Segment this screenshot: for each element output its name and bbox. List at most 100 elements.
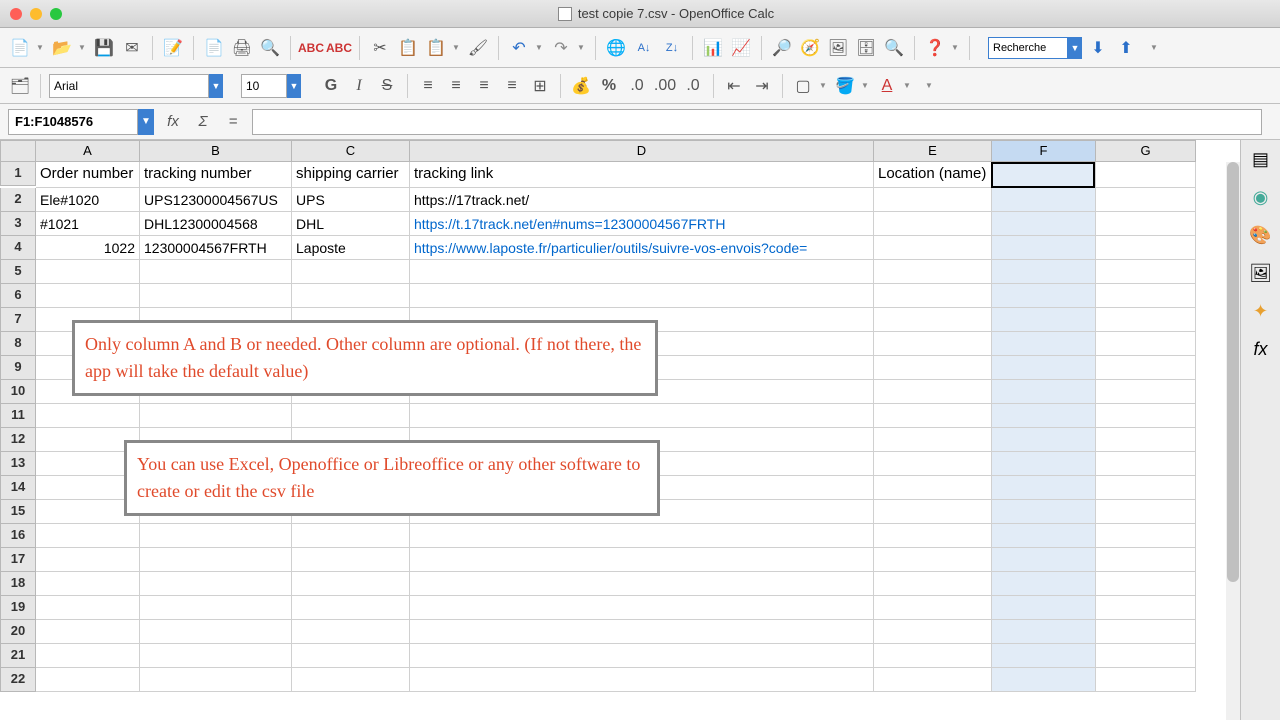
cell-A20[interactable] [36,620,140,644]
column-header-G[interactable]: G [1096,140,1196,162]
vertical-scrollbar[interactable] [1226,162,1240,720]
borders-button[interactable]: ▢ [791,74,815,98]
cell-E14[interactable] [874,476,992,500]
cell-G20[interactable] [1096,620,1196,644]
equals-button[interactable]: = [222,111,244,133]
gallery-button[interactable]: 🖼 [826,36,850,60]
cell-C16[interactable] [292,524,410,548]
cell-reference-input[interactable] [8,109,138,135]
cell-E18[interactable] [874,572,992,596]
save-button[interactable]: 💾 [92,36,116,60]
cell-D6[interactable] [410,284,874,308]
edit-button[interactable]: 📝 [161,36,185,60]
column-header-A[interactable]: A [36,140,140,162]
row-header-8[interactable]: 8 [0,332,36,356]
cell-E21[interactable] [874,644,992,668]
currency-button[interactable]: 💰 [569,74,593,98]
styles-icon[interactable]: 🎨 [1248,222,1274,248]
search-input[interactable] [988,37,1068,59]
copy-button[interactable]: 📋 [396,36,420,60]
sort-desc-button[interactable]: Z↓ [660,36,684,60]
column-header-B[interactable]: B [140,140,292,162]
row-header-21[interactable]: 21 [0,644,36,668]
datasources-button[interactable]: 🗄 [854,36,878,60]
cell-A22[interactable] [36,668,140,692]
close-window-button[interactable] [10,8,22,20]
cell-B22[interactable] [140,668,292,692]
cell-G9[interactable] [1096,356,1196,380]
cell-F14[interactable] [992,476,1096,500]
cell-F17[interactable] [992,548,1096,572]
row-header-4[interactable]: 4 [0,236,36,260]
sort-asc-button[interactable]: A↓ [632,36,656,60]
search-down-button[interactable]: ⬇ [1086,36,1110,60]
cell-C5[interactable] [292,260,410,284]
navigator-icon[interactable]: ✦ [1248,298,1274,324]
cell-G18[interactable] [1096,572,1196,596]
cell-F4[interactable] [992,236,1096,260]
row-header-7[interactable]: 7 [0,308,36,332]
search-dropdown-icon[interactable]: ▼ [1068,37,1082,59]
cell-B2[interactable]: UPS12300004567US [140,188,292,212]
cell-F11[interactable] [992,404,1096,428]
hyperlink-button[interactable]: 🌐 [604,36,628,60]
row-header-20[interactable]: 20 [0,620,36,644]
functions-icon[interactable]: fx [1248,336,1274,362]
formula-input[interactable] [252,109,1262,135]
cell-G19[interactable] [1096,596,1196,620]
cell-F3[interactable] [992,212,1096,236]
cell-B21[interactable] [140,644,292,668]
remove-decimal-button[interactable]: .0 [681,74,705,98]
row-header-18[interactable]: 18 [0,572,36,596]
cell-G3[interactable] [1096,212,1196,236]
increase-indent-button[interactable]: ⇥ [750,74,774,98]
cell-G4[interactable] [1096,236,1196,260]
column-header-E[interactable]: E [874,140,992,162]
spellcheck-button[interactable]: ABC [299,36,323,60]
function-wizard-button[interactable]: fx [162,111,184,133]
sum-button[interactable]: Σ [192,111,214,133]
cell-E13[interactable] [874,452,992,476]
cell-A19[interactable] [36,596,140,620]
cell-A2[interactable]: Ele#1020 [36,188,140,212]
cell-B3[interactable]: DHL12300004568 [140,212,292,236]
cell-D11[interactable] [410,404,874,428]
cell-F21[interactable] [992,644,1096,668]
cell-D20[interactable] [410,620,874,644]
cell-G15[interactable] [1096,500,1196,524]
cell-G12[interactable] [1096,428,1196,452]
cell-B6[interactable] [140,284,292,308]
cell-D22[interactable] [410,668,874,692]
row-header-13[interactable]: 13 [0,452,36,476]
cell-F7[interactable] [992,308,1096,332]
cell-F13[interactable] [992,452,1096,476]
cell-G7[interactable] [1096,308,1196,332]
auto-spellcheck-button[interactable]: ABC [327,36,351,60]
cell-C2[interactable]: UPS [292,188,410,212]
row-header-10[interactable]: 10 [0,380,36,404]
cell-E22[interactable] [874,668,992,692]
column-header-C[interactable]: C [292,140,410,162]
cell-D5[interactable] [410,260,874,284]
cell-E9[interactable] [874,356,992,380]
cell-G16[interactable] [1096,524,1196,548]
format-paintbrush-button[interactable]: 🖌 [466,36,490,60]
cell-E3[interactable] [874,212,992,236]
bgcolor-button[interactable]: 🪣 [833,74,857,98]
email-button[interactable]: ✉ [120,36,144,60]
chart-button[interactable]: 📊 [701,36,725,60]
align-left-button[interactable]: ≡ [416,74,440,98]
row-header-15[interactable]: 15 [0,500,36,524]
cell-C17[interactable] [292,548,410,572]
cell-reference-dropdown-icon[interactable]: ▼ [138,109,154,135]
cell-C6[interactable] [292,284,410,308]
cell-F8[interactable] [992,332,1096,356]
find-button[interactable]: 🔎 [770,36,794,60]
zoom-button[interactable]: 🔍 [882,36,906,60]
cell-F2[interactable] [992,188,1096,212]
cell-A3[interactable]: #1021 [36,212,140,236]
row-header-1[interactable]: 1 [0,162,36,186]
cell-E16[interactable] [874,524,992,548]
cell-G2[interactable] [1096,188,1196,212]
new-doc-button[interactable]: 📄 [8,36,32,60]
